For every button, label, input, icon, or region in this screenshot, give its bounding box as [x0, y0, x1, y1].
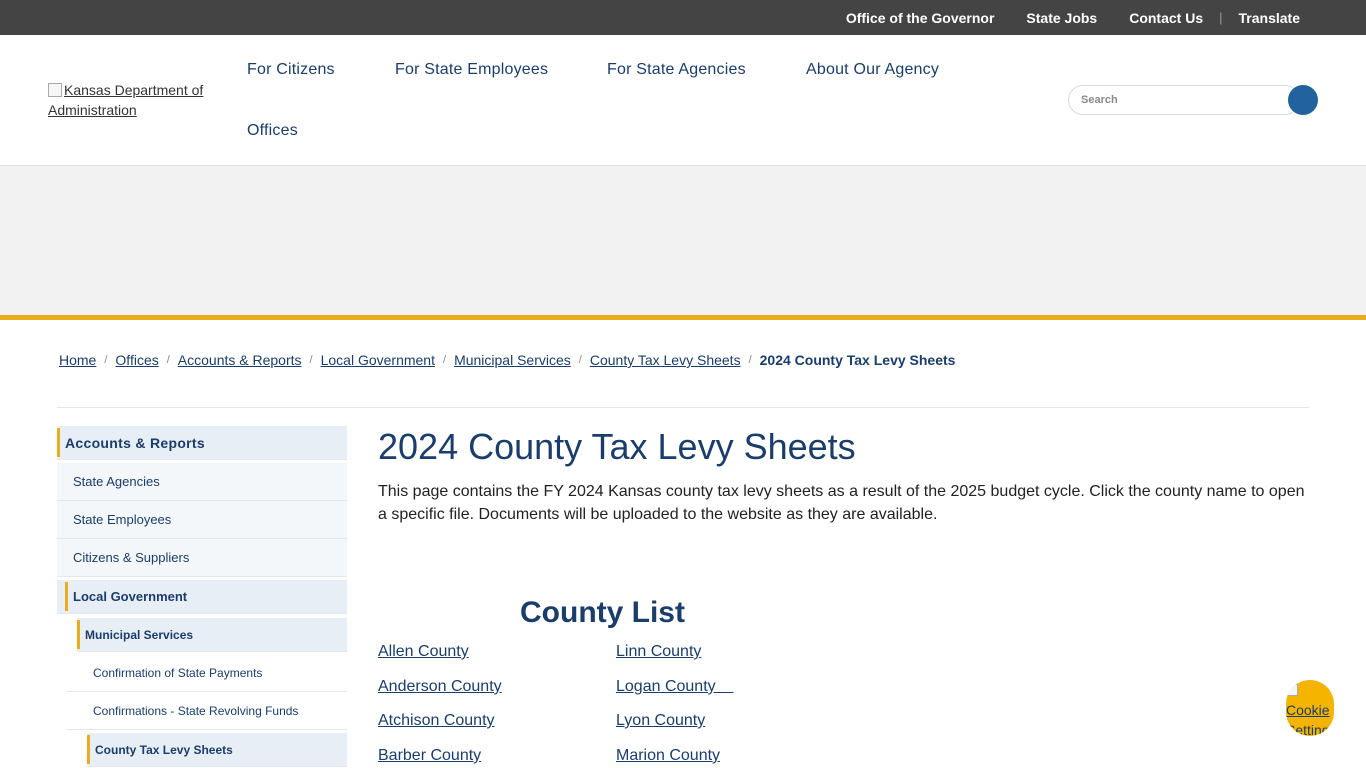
- breadcrumb: Home / Offices / Accounts & Reports / Lo…: [59, 352, 955, 368]
- office-of-governor-link[interactable]: Office of the Governor: [846, 10, 995, 26]
- sidebar-item-label: County Tax Levy Sheets: [95, 742, 233, 757]
- search-input[interactable]: [1068, 85, 1300, 115]
- county-link-linn[interactable]: Linn County: [616, 643, 701, 661]
- sidebar-item-label: Confirmation of State Payments: [93, 665, 263, 680]
- page-title: 2024 County Tax Levy Sheets: [378, 426, 856, 467]
- site-header: Kansas Department of Administration For …: [0, 35, 1366, 166]
- breadcrumb-separator: /: [309, 354, 313, 366]
- breadcrumb-separator: /: [166, 354, 170, 366]
- breadcrumb-accounts-reports[interactable]: Accounts & Reports: [178, 352, 302, 368]
- hero-accent-line: [0, 315, 1366, 320]
- sidebar-item-label: Local Government: [73, 589, 188, 604]
- breadcrumb-current: 2024 County Tax Levy Sheets: [759, 352, 956, 368]
- utility-separator: |: [1219, 10, 1223, 25]
- nav-for-citizens[interactable]: For Citizens: [247, 61, 335, 79]
- sidebar-item-label: State Agencies: [73, 474, 160, 489]
- nav-for-state-agencies[interactable]: For State Agencies: [607, 61, 746, 79]
- breadcrumb-separator: /: [748, 354, 752, 366]
- breadcrumb-local-government[interactable]: Local Government: [321, 352, 435, 368]
- sidebar-active-marker: [77, 620, 80, 649]
- content-divider: [57, 407, 1309, 408]
- sidebar-item-state-agencies[interactable]: State Agencies: [57, 463, 347, 501]
- hero-banner: [0, 166, 1366, 316]
- county-link-lyon[interactable]: Lyon County: [616, 712, 705, 730]
- breadcrumb-municipal-services[interactable]: Municipal Services: [454, 352, 571, 368]
- breadcrumb-home[interactable]: Home: [59, 352, 96, 368]
- sidebar-active-marker: [57, 428, 60, 457]
- cookie-settings-label: Cookie Settings: [1286, 702, 1334, 736]
- logo-alt-text: Kansas Department of Administration: [48, 82, 204, 118]
- contact-us-link[interactable]: Contact Us: [1129, 10, 1203, 26]
- sidebar-item-accounts-reports[interactable]: Accounts & Reports: [57, 426, 347, 460]
- breadcrumb-separator: /: [578, 354, 582, 366]
- sidebar-item-citizens-suppliers[interactable]: Citizens & Suppliers: [57, 539, 347, 577]
- sidebar-item-state-employees[interactable]: State Employees: [57, 501, 347, 539]
- nav-for-state-employees[interactable]: For State Employees: [395, 61, 548, 79]
- breadcrumb-county-tax-levy-sheets[interactable]: County Tax Levy Sheets: [590, 352, 741, 368]
- nav-offices[interactable]: Offices: [247, 122, 298, 140]
- sidebar-active-marker: [87, 735, 90, 764]
- nav-about-our-agency[interactable]: About Our Agency: [806, 61, 939, 79]
- sidebar-item-county-tax-levy-sheets[interactable]: County Tax Levy Sheets: [87, 733, 347, 767]
- county-link-atchison[interactable]: Atchison County: [378, 712, 495, 730]
- translate-link[interactable]: Translate: [1239, 10, 1300, 26]
- intro-paragraph: This page contains the FY 2024 Kansas co…: [378, 483, 1305, 523]
- utility-links: Office of the Governor State Jobs Contac…: [814, 0, 1300, 35]
- cookie-settings-button[interactable]: Cookie Settings: [1286, 680, 1334, 736]
- sidebar-item-label: Citizens & Suppliers: [73, 550, 190, 565]
- agency-logo[interactable]: Kansas Department of Administration: [48, 80, 218, 120]
- county-link-allen[interactable]: Allen County: [378, 643, 469, 661]
- broken-image-icon: [1286, 684, 1298, 696]
- sidebar-item-confirmations-revolving-funds[interactable]: Confirmations - State Revolving Funds: [67, 692, 347, 730]
- county-list-heading: County List: [520, 596, 685, 629]
- sidebar-active-marker: [65, 582, 68, 611]
- sidebar-item-label: Accounts & Reports: [65, 434, 205, 451]
- sidebar-item-label: Municipal Services: [85, 627, 194, 642]
- utility-bar: Office of the Governor State Jobs Contac…: [0, 0, 1366, 35]
- breadcrumb-offices[interactable]: Offices: [115, 352, 158, 368]
- county-link-barber[interactable]: Barber County: [378, 747, 481, 765]
- sidebar-item-local-government[interactable]: Local Government: [57, 580, 347, 614]
- county-link-marion[interactable]: Marion County: [616, 747, 720, 765]
- search-button[interactable]: [1288, 85, 1318, 115]
- county-link-anderson[interactable]: Anderson County: [378, 678, 502, 696]
- sidebar-item-municipal-services[interactable]: Municipal Services: [77, 618, 347, 652]
- breadcrumb-separator: /: [104, 354, 108, 366]
- search-box: [1068, 85, 1318, 115]
- sidebar-item-label: Confirmations - State Revolving Funds: [93, 703, 299, 718]
- sidebar-item-label: State Employees: [73, 512, 172, 527]
- state-jobs-link[interactable]: State Jobs: [1026, 10, 1097, 26]
- county-link-logan[interactable]: Logan County: [616, 678, 733, 696]
- sidebar-item-confirmation-state-payments[interactable]: Confirmation of State Payments: [67, 654, 347, 692]
- broken-image-icon: [48, 83, 62, 97]
- breadcrumb-separator: /: [443, 354, 447, 366]
